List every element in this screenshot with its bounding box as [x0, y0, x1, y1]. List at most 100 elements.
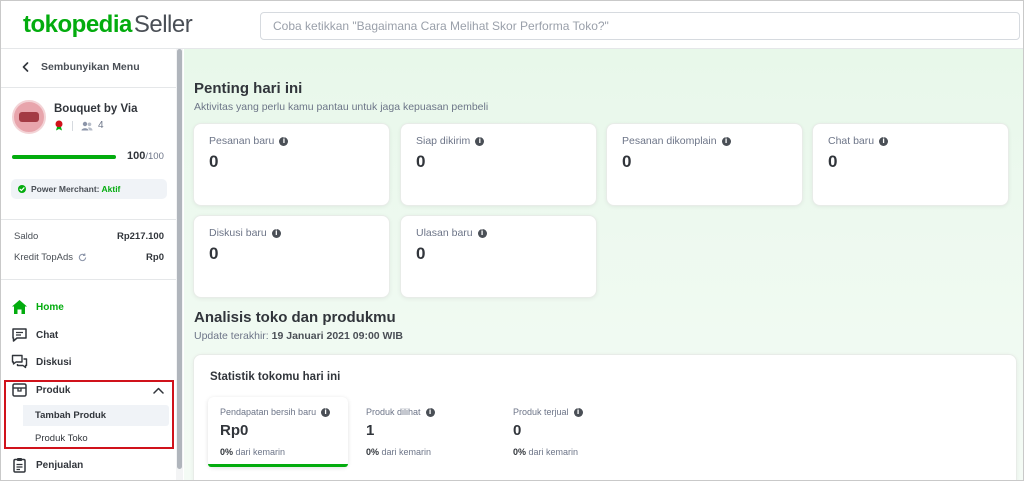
stat-label: Produk terjual i: [513, 407, 583, 417]
sidebar-item-penjualan[interactable]: Penjualan: [11, 454, 171, 476]
divider: [1, 87, 177, 88]
card-value: 0: [209, 152, 219, 171]
stat-value: 1: [366, 422, 375, 439]
shop-score[interactable]: 100/100: [127, 150, 164, 162]
last-updated-label: Update terakhir:: [194, 330, 269, 342]
stat-pendapatan-bersih[interactable]: Pendapatan bersih baru i Rp0 0% dari kema…: [208, 397, 348, 467]
card-diskusi-baru[interactable]: Diskusi baru i 0: [193, 215, 390, 298]
info-icon[interactable]: i: [477, 228, 487, 238]
hide-menu-button[interactable]: Sembunyikan Menu: [22, 61, 140, 73]
card-value: 0: [416, 152, 426, 171]
sidebar-scrollbar-thumb[interactable]: [177, 49, 182, 469]
power-merchant-status[interactable]: Power Merchant: Aktif: [11, 179, 167, 199]
shop-score-progress: [12, 155, 116, 159]
card-label: Siap dikirim i: [416, 135, 485, 147]
chat-icon: [12, 328, 27, 342]
tokopedia-seller-logo[interactable]: tokopediaSeller: [23, 11, 193, 39]
card-value: 0: [622, 152, 632, 171]
home-icon: [12, 300, 27, 314]
main-content: Penting hari ini Aktivitas yang perlu ka…: [184, 49, 1023, 480]
sidebar-subitem-tambah-produk[interactable]: Tambah Produk: [23, 405, 169, 426]
sidebar-item-label: Diskusi: [36, 356, 72, 368]
sidebar-item-label: Penjualan: [36, 459, 84, 471]
stat-comparison: 0% dari kemarin: [366, 447, 431, 457]
card-pesanan-baru[interactable]: Pesanan baru i 0: [193, 123, 390, 206]
info-icon[interactable]: i: [425, 407, 435, 417]
meta-divider: [72, 120, 73, 131]
logo-brand-text: tokopedia: [23, 11, 132, 38]
stat-change-suffix: dari kemarin: [235, 447, 286, 457]
followers-icon: [81, 121, 93, 130]
kredit-topads-label: Kredit TopAds: [14, 252, 73, 263]
stat-value: Rp0: [220, 422, 249, 439]
app-window: tokopediaSeller Sembunyikan Menu Bouquet…: [0, 0, 1024, 481]
sidebar-subitem-produk-toko[interactable]: Produk Toko: [23, 428, 169, 449]
sidebar-item-home[interactable]: Home: [11, 296, 171, 318]
card-value: 0: [209, 244, 219, 263]
shop-meta: 4: [54, 120, 104, 131]
card-label-text: Pesanan dikomplain: [622, 135, 717, 147]
info-icon[interactable]: i: [879, 136, 889, 146]
statistik-panel: Statistik tokomu hari ini Pendapatan ber…: [193, 354, 1017, 480]
card-label: Diskusi baru i: [209, 227, 281, 239]
analisis-title: Analisis toko dan produkmu: [194, 309, 396, 326]
info-icon[interactable]: i: [721, 136, 731, 146]
info-icon[interactable]: i: [573, 407, 583, 417]
saldo-value: Rp217.100: [116, 231, 164, 242]
sidebar-item-produk[interactable]: Produk: [11, 379, 171, 401]
last-updated-value: 19 Januari 2021 09:00 WIB: [271, 330, 403, 342]
shop-name[interactable]: Bouquet by Via: [54, 103, 138, 115]
card-siap-dikirim[interactable]: Siap dikirim i 0: [400, 123, 597, 206]
card-pesanan-dikomplain[interactable]: Pesanan dikomplain i 0: [606, 123, 803, 206]
search-input[interactable]: [261, 13, 1019, 39]
stat-comparison: 0% dari kemarin: [513, 447, 578, 457]
card-label-text: Diskusi baru: [209, 227, 267, 239]
kredit-topads-row[interactable]: Kredit TopAds Rp0: [14, 252, 164, 263]
saldo-row[interactable]: Saldo Rp217.100: [14, 231, 164, 242]
top-header: tokopediaSeller: [1, 1, 1023, 49]
stat-label: Produk dilihat i: [366, 407, 435, 417]
card-label: Pesanan baru i: [209, 135, 289, 147]
info-icon[interactable]: i: [279, 136, 289, 146]
sidebar-item-diskusi[interactable]: Diskusi: [11, 351, 171, 373]
stat-label-text: Produk dilihat: [366, 407, 421, 417]
chevron-left-icon: [22, 62, 29, 72]
stat-label: Pendapatan bersih baru i: [220, 407, 331, 417]
sidebar-item-label: Chat: [36, 329, 59, 341]
avatar-image: [19, 112, 39, 122]
card-label-text: Chat baru: [828, 135, 875, 147]
penting-hari-ini-title: Penting hari ini: [194, 80, 303, 97]
info-icon[interactable]: i: [271, 228, 281, 238]
search-box[interactable]: [260, 12, 1020, 40]
stat-change: 0%: [220, 447, 234, 457]
card-label-text: Pesanan baru: [209, 135, 275, 147]
saldo-label: Saldo: [14, 231, 39, 242]
sales-clipboard-icon: [13, 458, 26, 473]
info-icon[interactable]: i: [475, 136, 485, 146]
sidebar-item-chat[interactable]: Chat: [11, 324, 171, 346]
stat-change: 0%: [513, 447, 527, 457]
discussion-icon: [11, 354, 28, 369]
stat-produk-terjual[interactable]: Produk terjual i 0 0% dari kemarin: [501, 397, 641, 467]
chevron-up-icon[interactable]: [153, 387, 164, 394]
card-chat-baru[interactable]: Chat baru i 0: [812, 123, 1009, 206]
sidebar: Sembunyikan Menu Bouquet by Via 4 100/10…: [1, 49, 177, 480]
kredit-topads-value: Rp0: [146, 252, 164, 263]
shop-score-max: /100: [145, 151, 164, 162]
info-icon[interactable]: i: [321, 407, 331, 417]
last-updated: Update terakhir: 19 Januari 2021 09:00 W…: [194, 330, 403, 342]
stat-change-suffix: dari kemarin: [381, 447, 432, 457]
followers-count: 4: [98, 120, 104, 131]
power-merchant-status-value: Aktif: [101, 184, 121, 194]
shop-avatar[interactable]: [12, 100, 46, 134]
stat-value: 0: [513, 422, 522, 439]
stat-produk-dilihat[interactable]: Produk dilihat i 1 0% dari kemarin: [354, 397, 494, 467]
card-ulasan-baru[interactable]: Ulasan baru i 0: [400, 215, 597, 298]
penting-hari-ini-subtitle: Aktivitas yang perlu kamu pantau untuk j…: [194, 101, 489, 113]
card-label: Pesanan dikomplain i: [622, 135, 731, 147]
sidebar-subitem-label: Tambah Produk: [35, 410, 107, 421]
card-label: Chat baru i: [828, 135, 889, 147]
product-box-icon: [12, 383, 27, 397]
sidebar-item-label: Home: [36, 301, 64, 313]
refresh-icon[interactable]: [78, 253, 87, 262]
